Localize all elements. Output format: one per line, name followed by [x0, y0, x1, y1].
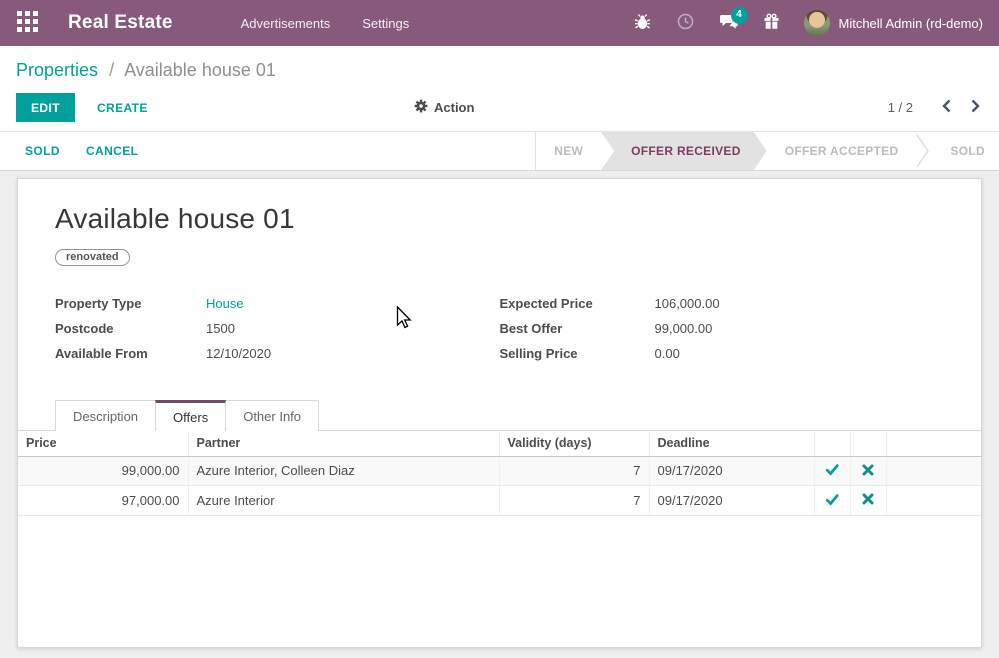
field-group: Property Type House Postcode 1500 Availa… — [55, 295, 944, 370]
control-panel-buttons: EDIT CREATE 1 / 2 — [16, 93, 983, 122]
form-sheet: Available house 01 renovated Property Ty… — [17, 178, 982, 648]
best-offer-label: Best Offer — [500, 320, 655, 338]
activities-button[interactable] — [669, 6, 703, 40]
apps-menu-button[interactable] — [14, 10, 40, 36]
offer-1-refuse-button[interactable] — [862, 464, 874, 479]
offers-header-row: Price Partner Validity (days) Deadline — [18, 431, 981, 456]
step-sold[interactable]: SOLD — [932, 132, 999, 170]
form-view: Available house 01 renovated Property Ty… — [0, 171, 999, 648]
postcode-value: 1500 — [206, 320, 235, 338]
best-offer-value: 99,000.00 — [655, 320, 713, 338]
user-name: Mitchell Admin (rd-demo) — [839, 16, 984, 31]
breadcrumb-separator: / — [109, 60, 114, 80]
user-menu[interactable]: Mitchell Admin (rd-demo) — [804, 10, 984, 36]
offer-2-refuse-button[interactable] — [862, 493, 874, 508]
breadcrumb-current: Available house 01 — [124, 60, 276, 80]
chevron-left-icon — [941, 99, 952, 116]
offer-1-price[interactable]: 99,000.00 — [18, 456, 188, 486]
app-brand[interactable]: Real Estate — [68, 12, 173, 34]
property-type-label: Property Type — [55, 295, 206, 313]
notebook-tabs: Description Offers Other Info — [18, 400, 981, 431]
offers-table: Price Partner Validity (days) Deadline 9… — [18, 431, 981, 516]
systray: 4 Mitchell Admin (rd-demo) — [626, 6, 984, 40]
step-separator — [916, 132, 932, 170]
available-from-value: 12/10/2020 — [206, 345, 271, 363]
user-avatar — [804, 10, 830, 36]
action-menu-button[interactable]: Action — [414, 99, 474, 116]
apps-grid-icon — [17, 11, 38, 35]
step-new[interactable]: NEW — [536, 132, 601, 170]
offer-2-partner[interactable]: Azure Interior — [188, 486, 499, 516]
action-label: Action — [434, 100, 474, 115]
offer-1-partner[interactable]: Azure Interior, Colleen Diaz — [188, 456, 499, 486]
expected-price-value: 106,000.00 — [655, 295, 720, 313]
offer-2-accept-button[interactable] — [825, 493, 839, 509]
check-icon — [825, 463, 839, 479]
bug-icon — [634, 13, 651, 33]
times-icon — [862, 464, 874, 479]
messages-button[interactable]: 4 — [712, 6, 746, 40]
menu-advertisements[interactable]: Advertisements — [229, 10, 343, 37]
pager-value: 1 / 2 — [888, 100, 913, 115]
nav-menus: Advertisements Settings — [229, 10, 422, 37]
tab-offers[interactable]: Offers — [155, 400, 226, 431]
chevron-right-icon — [970, 99, 981, 116]
form-statusbar: SOLD CANCEL NEW OFFER RECEIVED OFFER ACC… — [0, 131, 999, 171]
offer-2-price[interactable]: 97,000.00 — [18, 486, 188, 516]
cancel-button[interactable]: CANCEL — [86, 144, 138, 158]
pager: 1 / 2 — [888, 97, 983, 118]
column-validity[interactable]: Validity (days) — [499, 431, 649, 456]
sold-button[interactable]: SOLD — [25, 144, 60, 158]
offer-2-deadline[interactable]: 09/17/2020 — [649, 486, 814, 516]
step-offer-accepted[interactable]: OFFER ACCEPTED — [767, 132, 917, 170]
statusbar-buttons: SOLD CANCEL — [25, 132, 138, 170]
control-panel: Properties / Available house 01 EDIT CRE… — [0, 46, 999, 131]
offer-1-validity[interactable]: 7 — [499, 456, 649, 486]
messages-count-badge: 4 — [731, 7, 748, 24]
selling-price-value: 0.00 — [655, 345, 680, 363]
selling-price-label: Selling Price — [500, 345, 655, 363]
column-price[interactable]: Price — [18, 431, 188, 456]
gift-icon — [763, 13, 780, 33]
postcode-label: Postcode — [55, 320, 206, 338]
pager-next-button[interactable] — [968, 97, 983, 118]
edit-button[interactable]: EDIT — [16, 93, 75, 122]
pager-previous-button[interactable] — [939, 97, 954, 118]
column-deadline[interactable]: Deadline — [649, 431, 814, 456]
available-from-label: Available From — [55, 345, 206, 363]
offer-row-2[interactable]: 97,000.00 Azure Interior 7 09/17/2020 — [18, 486, 981, 516]
breadcrumb-properties-link[interactable]: Properties — [16, 60, 98, 80]
expected-price-label: Expected Price — [500, 295, 655, 313]
offer-row-1[interactable]: 99,000.00 Azure Interior, Colleen Diaz 7… — [18, 456, 981, 486]
menu-settings[interactable]: Settings — [350, 10, 421, 37]
debug-menu-button[interactable] — [626, 6, 660, 40]
top-navbar: Real Estate Advertisements Settings — [0, 0, 999, 46]
tab-description[interactable]: Description — [55, 400, 156, 431]
activity-clock-icon — [677, 13, 694, 33]
check-icon — [825, 493, 839, 509]
offer-1-deadline[interactable]: 09/17/2020 — [649, 456, 814, 486]
create-button[interactable]: CREATE — [89, 101, 156, 115]
step-offer-received[interactable]: OFFER RECEIVED — [601, 132, 767, 170]
property-title: Available house 01 — [55, 203, 944, 235]
offer-1-accept-button[interactable] — [825, 463, 839, 479]
breadcrumb: Properties / Available house 01 — [16, 57, 983, 83]
offer-2-validity[interactable]: 7 — [499, 486, 649, 516]
gear-icon — [414, 99, 428, 116]
tab-other-info[interactable]: Other Info — [225, 400, 319, 431]
property-type-value[interactable]: House — [206, 295, 244, 313]
times-icon — [862, 493, 874, 508]
rewards-button[interactable] — [755, 6, 789, 40]
column-partner[interactable]: Partner — [188, 431, 499, 456]
tag-renovated[interactable]: renovated — [55, 249, 130, 266]
statusbar-steps: NEW OFFER RECEIVED OFFER ACCEPTED SOLD — [535, 132, 999, 170]
